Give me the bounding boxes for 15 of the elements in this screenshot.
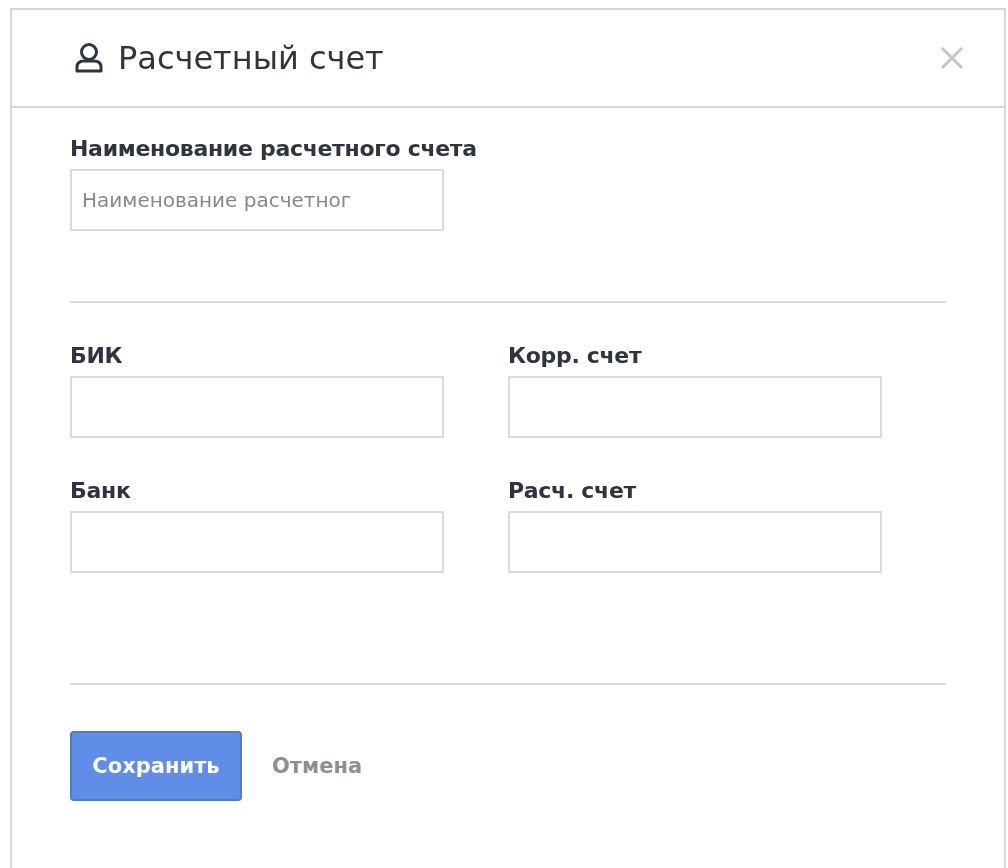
dialog-title: Расчетный счет [118,39,385,77]
input-field[interactable] [508,511,882,573]
field-label: Наименование расчетного счета [70,136,478,161]
input-field[interactable] [70,376,444,438]
input-field[interactable] [508,376,882,438]
input-field[interactable]: Наименование расчетног [70,169,444,231]
field-label: Банк [70,478,132,503]
input-field[interactable] [70,511,444,573]
close-icon[interactable] [940,46,964,70]
save-button[interactable]: Сохранить [70,731,242,801]
field-label: БИК [70,343,124,368]
cancel-button[interactable]: Отмена [272,754,363,778]
field-label: Корр. счет [508,343,643,368]
user-icon [74,42,104,74]
field-label: Расч. счет [508,478,638,503]
